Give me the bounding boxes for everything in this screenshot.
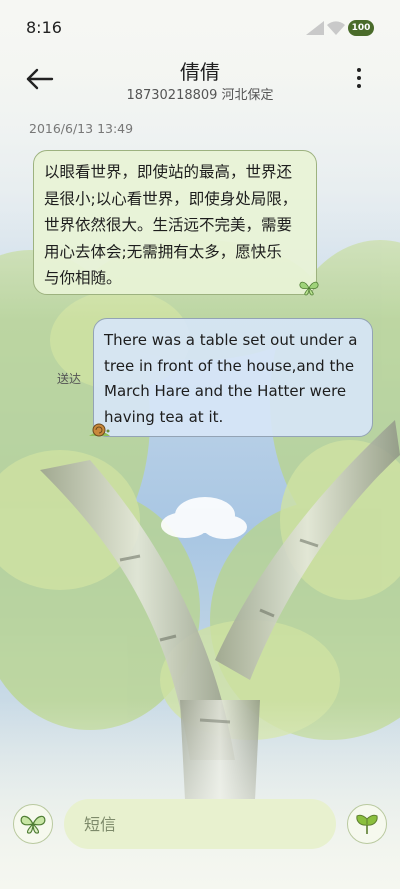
more-options-icon[interactable] (348, 64, 370, 92)
butterfly-icon (20, 815, 46, 834)
ginkgo-leaf-icon (356, 814, 378, 834)
contact-name: 倩倩 (180, 60, 220, 84)
back-arrow-icon[interactable] (24, 62, 58, 96)
status-time: 8:16 (26, 18, 62, 37)
battery-icon: 100 (348, 20, 374, 36)
delivery-status: 送达 (57, 372, 82, 386)
incoming-message-bubble[interactable]: 以眼看世界，即使站的最高，世界还 是很小;以心看世界，即使身处局限， 世界依然很… (33, 150, 319, 296)
attachment-button[interactable] (13, 804, 53, 844)
status-bar: 8:16 100 (0, 0, 400, 56)
outgoing-message-bubble[interactable]: There was a table set out under a tree i… (89, 318, 373, 437)
message-date: 2016/6/13 13:49 (29, 121, 134, 136)
conversation-header: 倩倩 18730218809 河北保定 (0, 56, 400, 108)
battery-level: 100 (351, 23, 371, 33)
message-composer (0, 788, 400, 889)
butterfly-icon (299, 281, 319, 296)
sms-input[interactable] (64, 799, 336, 849)
outgoing-message-text: There was a table set out under a tree i… (104, 331, 358, 426)
send-button[interactable] (347, 804, 387, 844)
signal-icon (306, 21, 324, 35)
snail-icon (89, 423, 110, 437)
incoming-message-text: 以眼看世界，即使站的最高，世界还 是很小;以心看世界，即使身处局限， 世界依然很… (44, 163, 298, 287)
contact-info: 18730218809 河北保定 (126, 88, 274, 103)
wifi-icon (327, 21, 345, 35)
